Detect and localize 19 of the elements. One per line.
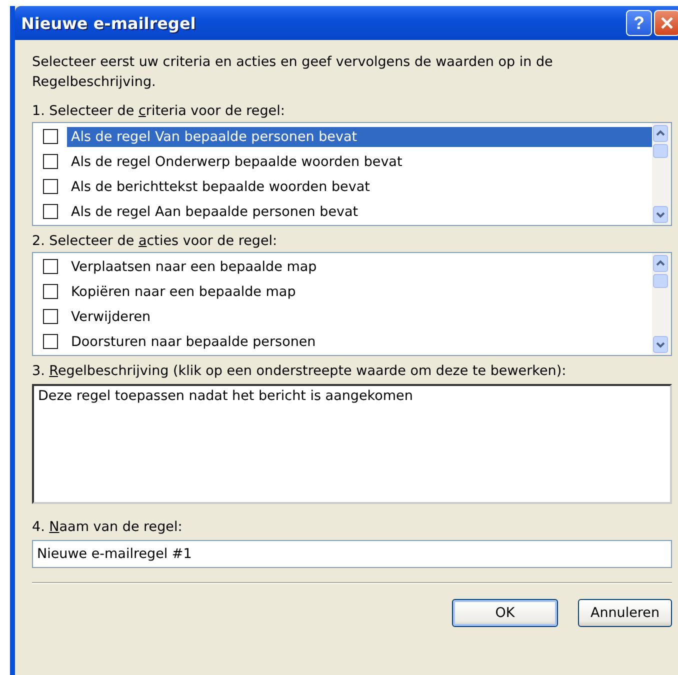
section-label: 1. Selecteer de criteria voor de regel:	[32, 102, 286, 120]
section-label: 2. Selecteer de acties voor de regel:	[32, 232, 278, 250]
window-title: Nieuwe e-mailregel	[21, 14, 197, 32]
list-item[interactable]: Als de regel Aan bepaalde personen bevat	[67, 202, 652, 222]
list-item[interactable]: Als de regel Van bepaalde personen bevat	[67, 126, 652, 146]
rule-name-field[interactable]: Nieuwe e-mailregel #1	[32, 540, 672, 568]
list-item[interactable]: Doorsturen naar bepaalde personen	[67, 332, 652, 352]
ok-button[interactable]: OK	[452, 599, 558, 627]
section-label: 4. Naam van de regel:	[32, 518, 184, 536]
cancel-button[interactable]: Annuleren	[578, 599, 672, 627]
instruction-text: Selecteer eerst uw criteria en acties en geef vervolgens de waarden op in de Regelbeschrijving.	[32, 53, 554, 92]
section-label: 3. Regelbeschrijving (klik op een onderstreepte waarde om deze te bewerken):	[32, 362, 568, 380]
list-item[interactable]: Verplaatsen naar een bepaalde map	[67, 256, 652, 276]
rule-description-box[interactable]: Deze regel toepassen nadat het bericht is aangekomen	[32, 384, 672, 504]
help-button[interactable]: ?	[626, 10, 652, 36]
list-item[interactable]: Als de regel Onderwerp bepaalde woorden bevat	[67, 152, 652, 172]
list-item[interactable]: Als de berichttekst bepaalde woorden bevat	[67, 176, 652, 196]
list-item[interactable]: Kopiëren naar een bepaalde map	[67, 282, 652, 302]
list-item[interactable]: Verwijderen	[67, 306, 652, 326]
